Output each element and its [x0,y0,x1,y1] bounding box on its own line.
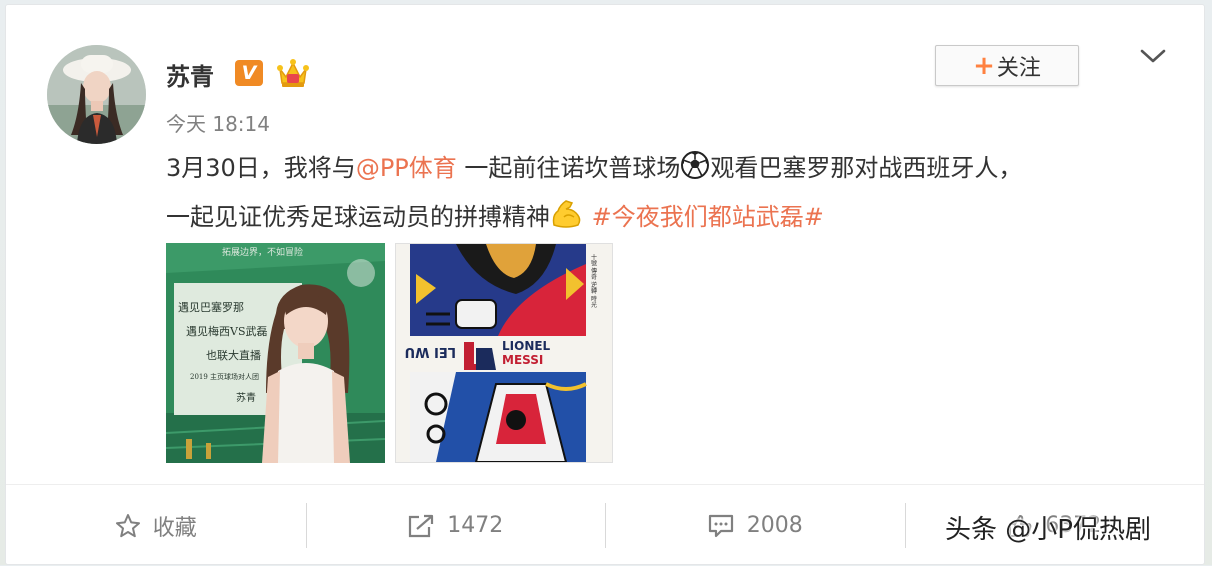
text-segment: 一起前往诺坎普球场 [456,154,681,182]
photo2-mirror: LEI WU [405,344,456,359]
comment-count: 2008 [746,513,803,538]
chevron-down-icon[interactable] [1139,45,1167,67]
photo1-top-text: 拓展边界，不如冒险 [222,246,303,258]
plus-icon: + [973,50,995,81]
avatar[interactable] [47,45,146,144]
photo1-line: 也联大直播 [206,348,261,362]
crown-icon [276,57,310,89]
text-segment: 观看巴塞罗那对战西班牙人， [710,154,1023,182]
post-photo-2[interactable]: 十號 傳奇 逆轉 時光 LIONEL MESSI LEI WU [395,243,613,463]
repost-button[interactable]: 1472 [305,485,606,566]
follow-button[interactable]: + 关注 [935,45,1079,86]
post-text-line-1: 3月30日，我将与@PP体育 一起前往诺坎普球场 观看巴塞罗那对战西班牙人， [166,146,1176,195]
photo1-line: 遇见梅西VS武磊 [186,324,267,338]
follow-label: 关注 [996,55,1041,81]
share-icon [409,514,434,537]
mention-link[interactable]: @PP体育 [356,154,457,182]
star-icon [115,513,140,537]
repost-count: 1472 [447,513,504,538]
post-text: 3月30日，我将与@PP体育 一起前往诺坎普球场 观看巴塞罗那对战西班牙人， 一起… [166,146,1176,244]
photo1-line: 遇见巴塞罗那 [178,300,244,314]
hashtag-link[interactable]: #今夜我们都站武磊# [592,203,824,231]
photo2-side-text: 十號 傳奇 逆轉 時光 [590,253,597,309]
watermark: 头条 @小P侃热剧 [945,515,1151,545]
photo2-messi: MESSI [502,353,543,367]
favorite-button[interactable]: 收藏 [6,485,306,566]
comment-icon [708,514,733,537]
photo1-line: 2019 主页球场对人团 [190,372,259,381]
photo2-lionel: LIONEL [502,339,551,353]
text-segment: 一起见证优秀足球运动员的拼搏精神 [166,203,550,231]
verified-badge: V [235,60,263,86]
comment-button[interactable]: 2008 [605,485,905,566]
weibo-post-card: 苏青 V 今天 18:14 + 关注 3月30日，我将与@PP体育 一起前往诺坎… [5,4,1205,565]
avatar-photo [47,45,146,144]
text-segment: 3月30日，我将与 [166,154,356,182]
post-photo-1[interactable]: 拓展边界，不如冒险 遇见巴塞罗那 遇见梅西VS武磊 也联大直播 2019 主页球… [166,243,385,463]
favorite-label: 收藏 [152,515,197,541]
username[interactable]: 苏青 [166,57,214,92]
post-timestamp[interactable]: 今天 18:14 [166,108,270,137]
flexed-biceps-icon [550,197,584,244]
post-text-line-2: 一起见证优秀足球运动员的拼搏精神 #今夜我们都站武磊# [166,195,1176,244]
photo1-line: 苏青 [236,391,256,404]
soccer-ball-icon [680,150,710,195]
